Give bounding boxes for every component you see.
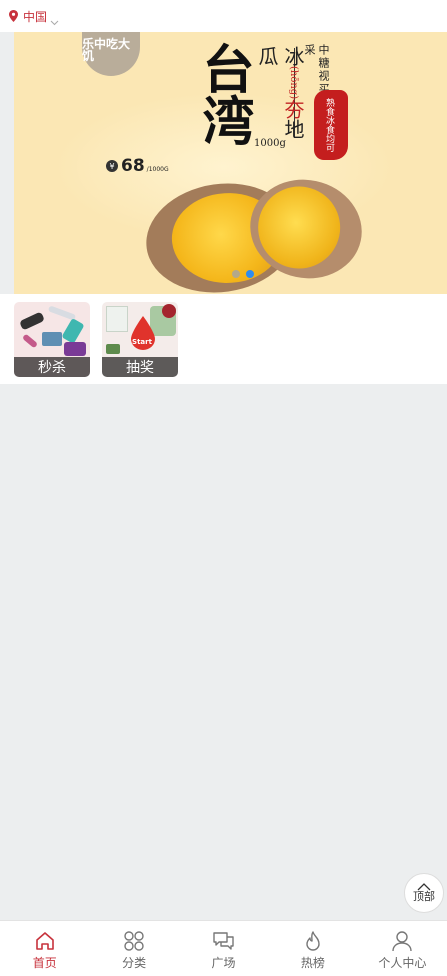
price-value: 68	[121, 156, 145, 176]
banner-carousel[interactable]: 乐中吃大饥 台湾 冰(hōng)夯地瓜 1000g 中糖视买网产地直采 熟食冰食…	[0, 32, 447, 294]
tab-home[interactable]: 首页	[0, 921, 89, 976]
yen-icon: ¥	[106, 160, 118, 172]
banner-badge: 乐中吃大饥	[82, 32, 140, 76]
carousel-dots	[232, 270, 254, 278]
entry-label: 秒杀	[14, 357, 90, 377]
tab-label: 热榜	[300, 956, 325, 970]
lottery-entry[interactable]: Start 抽奖	[102, 302, 178, 377]
entry-label: 抽奖	[102, 357, 178, 377]
chevron-down-icon[interactable]	[50, 12, 59, 25]
back-to-top-button[interactable]: 顶部	[404, 873, 444, 913]
banner-slide[interactable]: 乐中吃大饥 台湾 冰(hōng)夯地瓜 1000g 中糖视买网产地直采 熟食冰食…	[14, 32, 447, 294]
bottom-tab-bar: 首页 分类 广场 热榜 个人中心	[0, 920, 447, 976]
tab-profile[interactable]: 个人中心	[358, 921, 447, 976]
product-pinyin: (hōng)	[288, 66, 299, 100]
product-char: 瓜	[255, 46, 279, 66]
carousel-dot-active[interactable]	[246, 270, 254, 278]
top-bar: 中国	[0, 0, 447, 32]
tab-label: 首页	[32, 956, 57, 970]
banner-weight: 1000g	[254, 138, 286, 149]
map-pin-icon[interactable]	[9, 10, 18, 22]
tab-category[interactable]: 分类	[89, 921, 178, 976]
quick-entries: 秒杀 Start 抽奖	[0, 294, 447, 384]
tab-label: 个人中心	[378, 956, 427, 970]
user-icon	[392, 931, 413, 952]
tab-label: 分类	[122, 956, 147, 970]
tab-hot[interactable]: 热榜	[268, 921, 357, 976]
grid-icon	[124, 931, 144, 951]
banner-title: 台湾	[193, 42, 254, 146]
home-icon	[35, 932, 54, 950]
flame-icon	[306, 931, 320, 951]
banner-price: ¥ 68 /1000G	[106, 156, 169, 176]
carousel-dot[interactable]	[232, 270, 240, 278]
tab-label: 广场	[211, 956, 236, 970]
location-label[interactable]: 中国	[23, 8, 47, 25]
price-unit: /1000G	[146, 166, 169, 173]
flash-sale-entry[interactable]: 秒杀	[14, 302, 90, 377]
chat-bubbles-icon	[212, 932, 234, 950]
tab-plaza[interactable]: 广场	[179, 921, 268, 976]
start-badge: Start	[132, 338, 152, 346]
banner-seal-text: 熟食冰食均可	[324, 98, 334, 152]
back-to-top-label: 顶部	[413, 890, 435, 903]
